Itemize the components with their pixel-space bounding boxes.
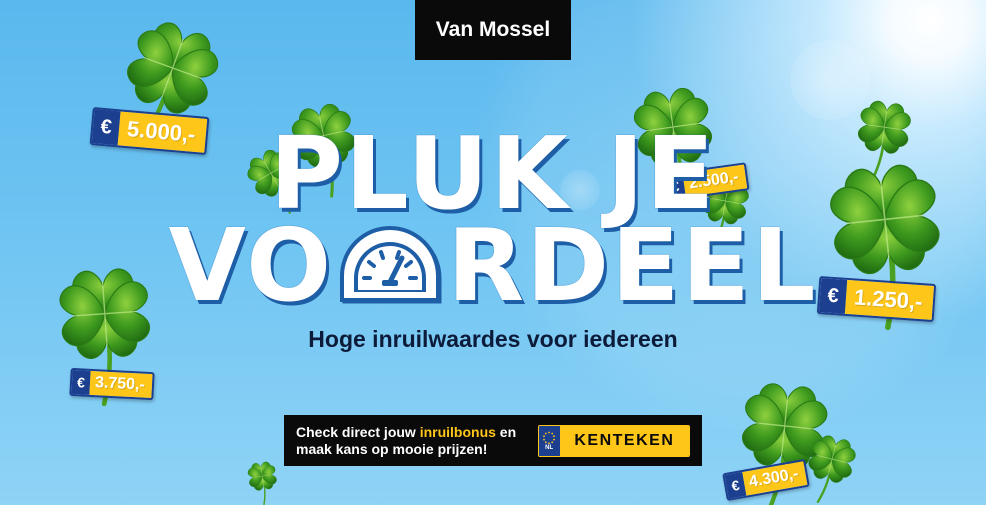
subtitle: Hoge inruilwaardes voor iedereen bbox=[308, 326, 678, 352]
headline-line2-end: RDEEL bbox=[447, 207, 818, 324]
price-amount: 3.750,- bbox=[89, 370, 153, 399]
eu-stars-icon: NL bbox=[538, 425, 560, 456]
license-plate-input[interactable]: NL KENTEKEN bbox=[537, 424, 690, 457]
promo-banner: Van Mossel € 5.000,- € 2.500,- € 1.250,-… bbox=[0, 0, 986, 505]
headline-line2: VO RDEEL bbox=[168, 207, 818, 324]
headline-line2-start: VO bbox=[168, 207, 334, 324]
cta-text: Check direct jouw inruilbonus en maak ka… bbox=[296, 424, 528, 458]
license-plate-field[interactable]: KENTEKEN bbox=[559, 425, 689, 456]
gauge-icon bbox=[334, 220, 446, 306]
cta-bar: Check direct jouw inruilbonus en maak ka… bbox=[284, 415, 702, 466]
headline: PLUK JE VO RDEEL bbox=[0, 124, 986, 324]
plate-country: NL bbox=[545, 444, 554, 451]
brand-name: Van Mossel bbox=[435, 18, 551, 41]
cta-highlight: inruilbonus bbox=[419, 423, 496, 440]
cta-text-start: Check direct jouw bbox=[296, 423, 420, 440]
euro-sign: € bbox=[71, 369, 91, 395]
brand-logo[interactable]: Van Mossel bbox=[415, 0, 571, 60]
price-tag: € 3.750,- bbox=[69, 367, 155, 401]
